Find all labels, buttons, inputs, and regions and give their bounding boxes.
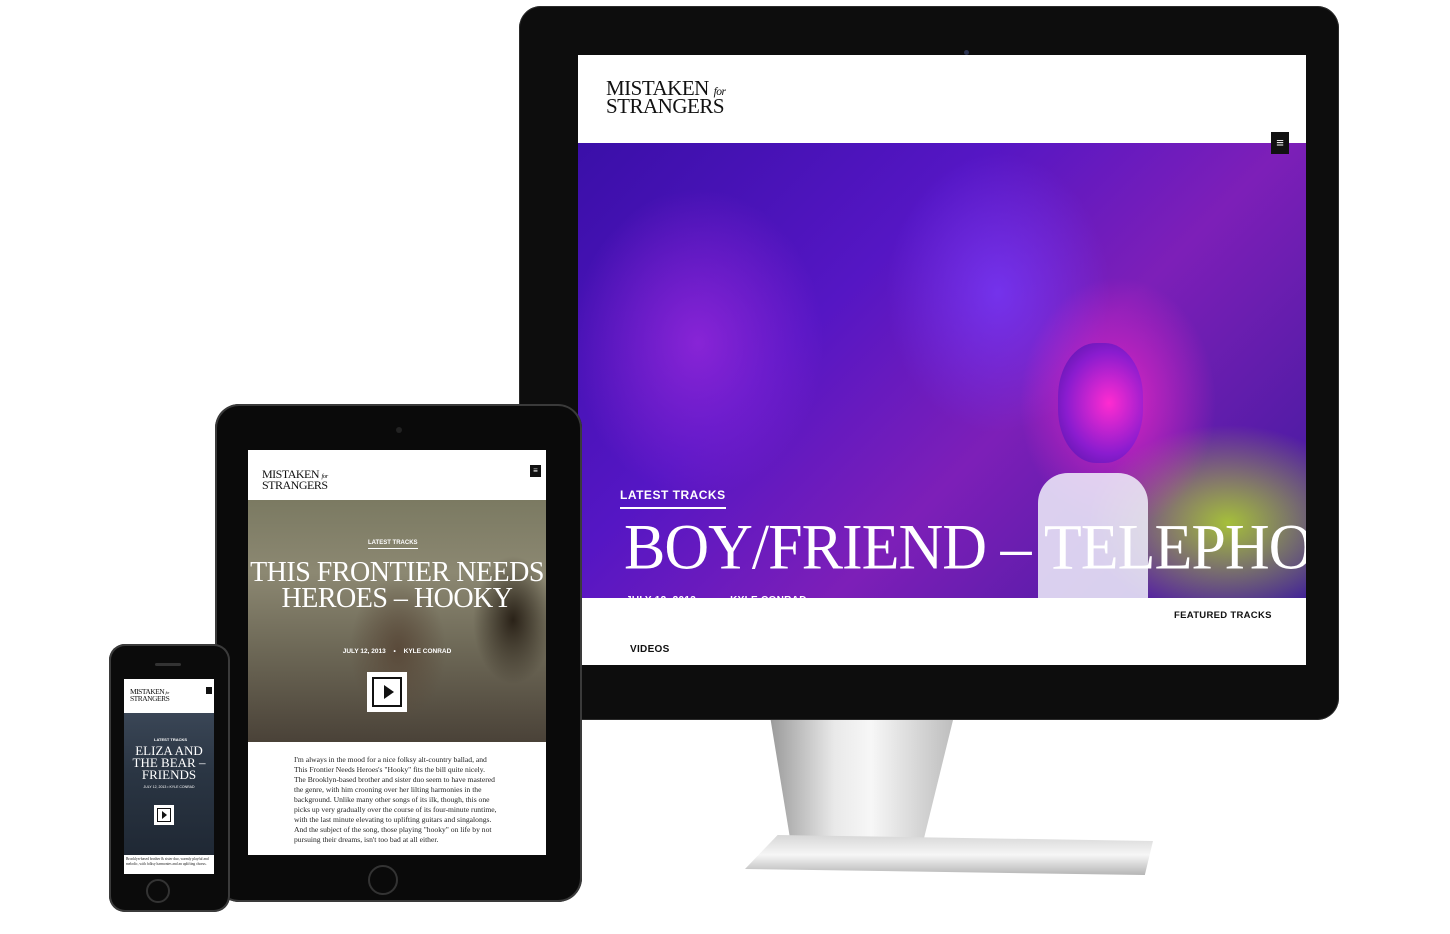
camera-icon (396, 427, 402, 433)
hero-author[interactable]: KYLE CONRAD (730, 595, 807, 606)
phone-screen: Mistaken for Strangers LATEST TRACKS ELI… (124, 679, 214, 874)
desktop-screen: Mistaken for Strangers LATEST TRACKS BOY… (578, 55, 1306, 665)
hamburger-icon[interactable] (206, 687, 212, 694)
hero-meta: JULY 12, 2013 • KYLE CONRAD (248, 648, 546, 655)
site-header: Mistaken for Strangers (578, 55, 1306, 143)
site-logo[interactable]: Mistaken for Strangers (606, 78, 726, 119)
hero-category[interactable]: LATEST TRACKS (368, 540, 418, 549)
article-body: Brooklyn-based brother & sister duo, war… (126, 857, 209, 866)
speaker-icon (155, 663, 181, 666)
tablet-screen: Mistaken for Strangers ≡ LATEST TRACKS T… (248, 450, 546, 855)
hero-category[interactable]: LATEST TRACKS (620, 488, 726, 509)
hero-title[interactable]: ELIZA AND THE BEAR – FRIENDS (124, 744, 214, 781)
meta-separator: • (711, 595, 715, 606)
play-icon (162, 811, 167, 819)
hamburger-icon[interactable]: ≡ (530, 465, 541, 477)
meta-separator: • (393, 648, 396, 655)
hero-category[interactable]: LATEST TRACKS (154, 737, 187, 742)
hero-date: JULY 12, 2013 (626, 595, 697, 606)
hero-meta: JULY 12, 2013 • KYLE CONRAD (626, 595, 807, 606)
article-body: I'm always in the mood for a nice folksy… (294, 755, 497, 844)
hero-date: JULY 12, 2013 (342, 648, 386, 655)
hamburger-icon[interactable]: ≡ (1271, 132, 1289, 154)
read-more-button[interactable]: READ MORE (946, 609, 1018, 643)
home-button-icon (368, 865, 398, 895)
hero-meta: JULY 12, 2013 • KYLE CONRAD (143, 785, 195, 789)
hero-author[interactable]: KYLE CONRAD (404, 648, 452, 655)
hero-title[interactable]: THIS FRONTIER NEEDS HEROES – HOOKY (248, 559, 546, 613)
logo-line2: Strangers (606, 94, 725, 119)
site-logo[interactable]: Mistaken for Strangers (262, 468, 328, 492)
videos-heading: VIDEOS (630, 644, 670, 655)
play-icon (384, 685, 394, 699)
home-button-icon (146, 879, 170, 903)
hero-banner: LATEST TRACKS BOY/FRIEND – TELEPHONE JUL… (578, 143, 1306, 653)
logo-line2: Strangers (262, 477, 328, 492)
logo-line2: Strangers (130, 693, 170, 703)
monitor-stand (770, 716, 954, 851)
featured-tracks-heading: FEATURED TRACKS (1174, 610, 1272, 621)
hero-banner (124, 713, 214, 855)
monitor-stand-base (745, 835, 1153, 875)
hero-title[interactable]: BOY/FRIEND – TELEPHONE (624, 515, 1306, 580)
hero-image-person (1058, 343, 1143, 463)
site-logo[interactable]: Mistaken for Strangers (130, 688, 170, 703)
